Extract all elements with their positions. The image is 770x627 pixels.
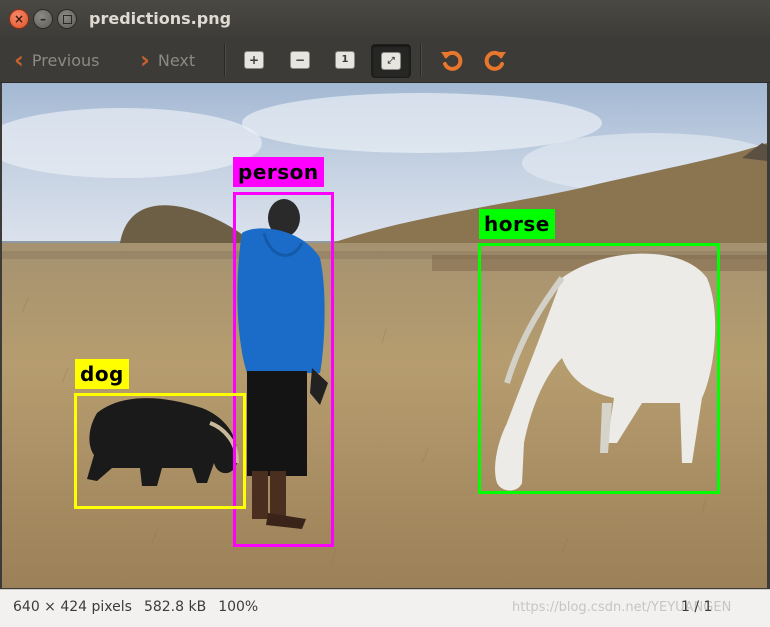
previous-label: Previous — [31, 50, 100, 70]
close-window-button[interactable]: × — [9, 9, 29, 29]
chevron-left-icon: ‹ — [14, 46, 24, 74]
toolbar-separator — [224, 44, 226, 76]
dog-bounding-box — [74, 393, 246, 509]
image-info: 640 × 424 pixels 582.8 kB 100% — [13, 599, 270, 615]
rotate-left-icon — [441, 50, 463, 71]
window-title: predictions.png — [89, 9, 232, 28]
horse-detection-label: horse — [479, 209, 555, 239]
next-label: Next — [157, 50, 196, 70]
zoom-in-icon: + — [244, 51, 264, 69]
toolbar-separator — [420, 44, 422, 76]
rotate-right-button[interactable] — [477, 44, 515, 76]
previous-button[interactable]: ‹ Previous — [14, 48, 100, 72]
zoom-level: 100% — [218, 599, 259, 615]
best-fit-icon: ⤢ — [381, 52, 401, 70]
minimize-window-button[interactable]: – — [33, 9, 53, 29]
toolbar: ‹ Previous › Next + − 1 ⤢ — [0, 38, 770, 83]
horse-bounding-box — [478, 243, 720, 494]
zoom-out-icon: − — [290, 51, 310, 69]
normal-size-icon: 1 — [335, 51, 355, 69]
title-bar: × – predictions.png — [0, 0, 770, 38]
minimize-icon: – — [40, 12, 46, 26]
person-detection-label: person — [233, 157, 324, 187]
chevron-right-icon: › — [140, 46, 150, 74]
close-icon: × — [13, 12, 25, 26]
rotate-left-button[interactable] — [432, 44, 470, 76]
zoom-out-button[interactable]: − — [281, 44, 319, 76]
rotate-right-icon — [484, 50, 506, 71]
maximize-window-button[interactable] — [57, 9, 77, 29]
image-viewport[interactable]: person horse dog — [2, 83, 767, 588]
dog-detection-label: dog — [75, 359, 129, 389]
normal-size-button[interactable]: 1 — [326, 44, 364, 76]
image-filesize: 582.8 kB — [143, 599, 207, 615]
page-indicator: 1 / 1 — [681, 599, 713, 615]
status-bar: 640 × 424 pixels 582.8 kB 100% https://blo… — [0, 589, 770, 627]
maximize-icon — [62, 14, 72, 24]
image-dimensions: 640 × 424 pixels — [13, 599, 132, 615]
person-bounding-box — [233, 192, 334, 547]
zoom-in-button[interactable]: + — [235, 44, 273, 76]
next-button[interactable]: › Next — [140, 48, 195, 72]
best-fit-button[interactable]: ⤢ — [371, 44, 411, 78]
